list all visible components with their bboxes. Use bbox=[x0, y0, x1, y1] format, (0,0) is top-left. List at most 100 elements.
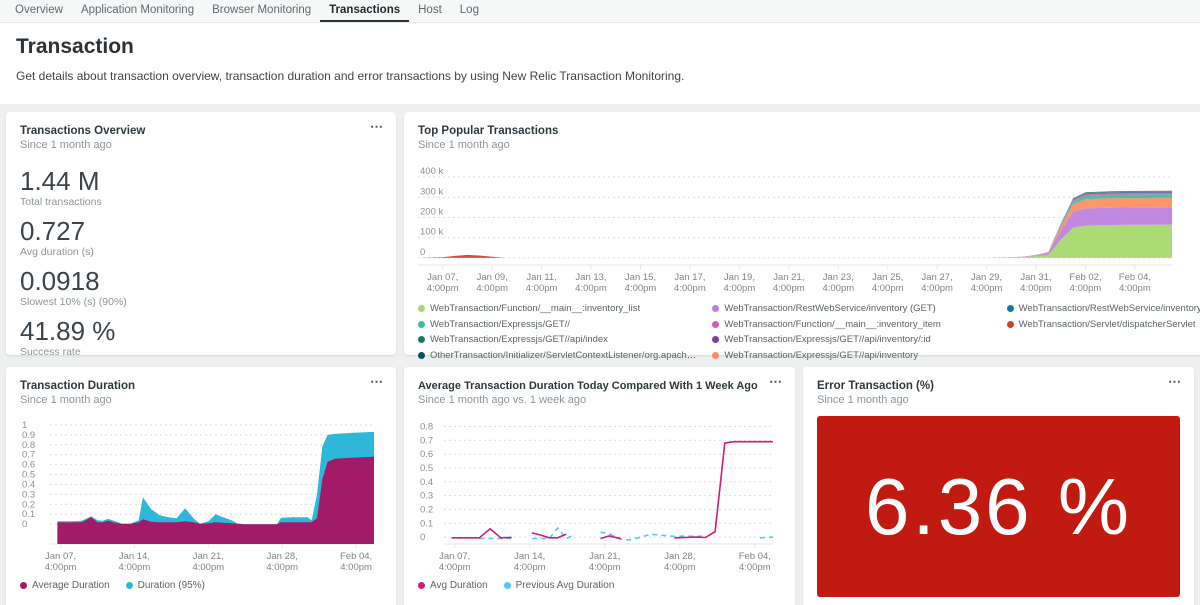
panel-transaction-duration: Transaction Duration Since 1 month ago ⋯… bbox=[6, 367, 396, 605]
svg-text:4:00pm: 4:00pm bbox=[773, 283, 805, 294]
tab-log[interactable]: Log bbox=[451, 0, 488, 22]
tab-application-monitoring[interactable]: Application Monitoring bbox=[72, 0, 203, 22]
series-color-dot-icon bbox=[1007, 305, 1014, 312]
svg-text:200 k: 200 k bbox=[420, 207, 443, 218]
panel-avg-duration-compare: Average Transaction Duration Today Compa… bbox=[404, 367, 795, 605]
svg-text:Jan 28,: Jan 28, bbox=[267, 551, 298, 562]
svg-text:4:00pm: 4:00pm bbox=[1070, 283, 1102, 294]
svg-text:Jan 31,: Jan 31, bbox=[1020, 272, 1051, 283]
svg-text:300 k: 300 k bbox=[420, 186, 443, 197]
svg-text:4:00pm: 4:00pm bbox=[739, 562, 771, 573]
svg-text:Jan 17,: Jan 17, bbox=[674, 272, 705, 283]
svg-text:0.2: 0.2 bbox=[420, 504, 433, 515]
metrics-list: 1.44 M Total transactions 0.727 Avg dura… bbox=[20, 167, 382, 358]
legend-item[interactable]: WebTransaction/RestWebService/inventory/… bbox=[1007, 303, 1200, 314]
metric-slowest-10: 0.0918 Slowest 10% (s) (90%) bbox=[20, 267, 382, 308]
svg-text:Feb 04,: Feb 04, bbox=[1119, 272, 1151, 283]
svg-text:4:00pm: 4:00pm bbox=[119, 562, 151, 573]
tab-host[interactable]: Host bbox=[409, 0, 451, 22]
svg-text:0.5: 0.5 bbox=[420, 463, 433, 474]
metric-label: Avg duration (s) bbox=[20, 246, 382, 258]
top-popular-transactions-chart[interactable]: 400 k300 k200 k100 k0Jan 07,4:00pmJan 09… bbox=[418, 165, 1200, 295]
panel-subtitle: Since 1 month ago vs. 1 week ago bbox=[418, 394, 781, 406]
legend-item[interactable]: WebTransaction/Expressjs/GET//api/invent… bbox=[712, 350, 990, 361]
svg-text:Jan 27,: Jan 27, bbox=[922, 272, 953, 283]
legend-item[interactable]: Average Duration bbox=[20, 580, 110, 591]
page-description: Get details about transaction overview, … bbox=[16, 69, 1184, 83]
svg-text:0.7: 0.7 bbox=[420, 435, 433, 446]
svg-text:0.4: 0.4 bbox=[420, 477, 433, 488]
series-color-dot-icon bbox=[712, 352, 719, 359]
ellipsis-menu-icon[interactable]: ⋯ bbox=[769, 375, 783, 389]
legend-item[interactable]: Duration (95%) bbox=[126, 580, 205, 591]
top-nav: Overview Application Monitoring Browser … bbox=[0, 0, 1200, 23]
svg-text:Jan 07,: Jan 07, bbox=[439, 551, 470, 562]
svg-text:Jan 21,: Jan 21, bbox=[589, 551, 620, 562]
page-header: Transaction Get details about transactio… bbox=[0, 23, 1200, 104]
legend-item[interactable]: WebTransaction/Expressjs/GET// bbox=[418, 319, 696, 330]
svg-text:Jan 21,: Jan 21, bbox=[773, 272, 804, 283]
svg-text:4:00pm: 4:00pm bbox=[822, 283, 854, 294]
svg-text:Jan 15,: Jan 15, bbox=[625, 272, 656, 283]
metric-value: 1.44 M bbox=[20, 167, 382, 195]
legend-item[interactable]: WebTransaction/RestWebService/inventory … bbox=[712, 303, 990, 314]
legend-item[interactable]: WebTransaction/Function/__main__:invento… bbox=[418, 303, 696, 314]
svg-text:Jan 25,: Jan 25, bbox=[872, 272, 903, 283]
svg-text:4:00pm: 4:00pm bbox=[921, 283, 953, 294]
chart-legend: Avg Duration Previous Avg Duration bbox=[418, 580, 781, 591]
svg-text:Jan 21,: Jan 21, bbox=[193, 551, 224, 562]
svg-text:Feb 04,: Feb 04, bbox=[739, 551, 771, 562]
transaction-duration-chart[interactable]: 10.90.80.70.60.50.40.30.20.10Jan 07,4:00… bbox=[20, 416, 382, 574]
svg-text:Jan 19,: Jan 19, bbox=[724, 272, 755, 283]
svg-text:4:00pm: 4:00pm bbox=[526, 283, 558, 294]
ellipsis-menu-icon[interactable]: ⋯ bbox=[370, 375, 384, 389]
tab-overview[interactable]: Overview bbox=[6, 0, 72, 22]
svg-text:0: 0 bbox=[420, 247, 425, 258]
svg-text:0.8: 0.8 bbox=[420, 422, 433, 433]
series-color-dot-icon bbox=[712, 321, 719, 328]
svg-text:Jan 09,: Jan 09, bbox=[477, 272, 508, 283]
svg-text:4:00pm: 4:00pm bbox=[427, 283, 459, 294]
legend-item[interactable]: Avg Duration bbox=[418, 580, 488, 591]
metric-success-rate: 41.89 % Success rate bbox=[20, 317, 382, 358]
panel-top-popular-transactions: Top Popular Transactions Since 1 month a… bbox=[404, 112, 1200, 355]
svg-text:Jan 11,: Jan 11, bbox=[526, 272, 556, 283]
panel-title: Transaction Duration bbox=[20, 380, 382, 392]
legend-item[interactable]: WebTransaction/Expressjs/GET//api/index bbox=[418, 334, 696, 345]
legend-item[interactable]: WebTransaction/Servlet/dispatcherServlet bbox=[1007, 319, 1200, 330]
panel-subtitle: Since 1 month ago bbox=[418, 139, 1200, 151]
svg-text:Jan 13,: Jan 13, bbox=[575, 272, 606, 283]
svg-text:4:00pm: 4:00pm bbox=[192, 562, 224, 573]
ellipsis-menu-icon[interactable]: ⋯ bbox=[370, 120, 384, 134]
svg-text:4:00pm: 4:00pm bbox=[340, 562, 372, 573]
svg-text:400 k: 400 k bbox=[420, 166, 443, 177]
series-color-dot-icon bbox=[418, 336, 425, 343]
ellipsis-menu-icon[interactable]: ⋯ bbox=[1168, 375, 1182, 389]
chart-legend: Average Duration Duration (95%) bbox=[20, 580, 382, 591]
avg-duration-compare-chart[interactable]: 0.80.70.60.50.40.30.20.10Jan 07,4:00pmJa… bbox=[418, 416, 781, 574]
legend-item[interactable]: WebTransaction/Expressjs/GET//api/invent… bbox=[712, 334, 990, 345]
legend-item[interactable]: Previous Avg Duration bbox=[504, 580, 615, 591]
legend-item[interactable]: WebTransaction/Function/__main__:invento… bbox=[712, 319, 990, 330]
panel-error-transaction: Error Transaction (%) Since 1 month ago … bbox=[803, 367, 1194, 605]
series-color-dot-icon bbox=[418, 582, 425, 589]
svg-text:0: 0 bbox=[22, 519, 27, 530]
chart-legend: WebTransaction/Function/__main__:invento… bbox=[418, 303, 1200, 361]
dashboard-grid: Transactions Overview Since 1 month ago … bbox=[0, 104, 1200, 605]
svg-text:4:00pm: 4:00pm bbox=[872, 283, 904, 294]
svg-text:Jan 07,: Jan 07, bbox=[45, 551, 76, 562]
panel-title: Error Transaction (%) bbox=[817, 380, 1180, 392]
svg-text:0: 0 bbox=[420, 532, 425, 543]
svg-text:Jan 29,: Jan 29, bbox=[971, 272, 1002, 283]
panel-title: Top Popular Transactions bbox=[418, 125, 1200, 137]
metric-label: Success rate bbox=[20, 346, 382, 358]
tab-browser-monitoring[interactable]: Browser Monitoring bbox=[203, 0, 320, 22]
svg-text:Jan 14,: Jan 14, bbox=[119, 551, 150, 562]
svg-text:4:00pm: 4:00pm bbox=[1020, 283, 1052, 294]
svg-text:100 k: 100 k bbox=[420, 227, 443, 238]
error-rate-billboard: 6.36 % bbox=[817, 416, 1180, 597]
tab-transactions[interactable]: Transactions bbox=[320, 0, 409, 22]
svg-text:0.6: 0.6 bbox=[420, 449, 433, 460]
svg-text:4:00pm: 4:00pm bbox=[439, 562, 471, 573]
legend-item[interactable]: OtherTransaction/Initializer/ServletCont… bbox=[418, 350, 696, 361]
